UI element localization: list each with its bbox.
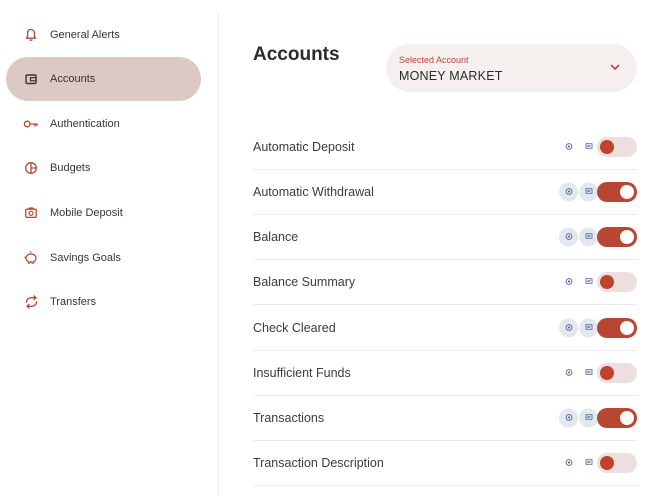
message-icon[interactable]: [579, 137, 598, 156]
sidebar: General Alerts Accounts Authentication B…: [0, 0, 218, 496]
sidebar-item-authentication[interactable]: Authentication: [6, 102, 201, 146]
toggle-knob: [600, 365, 614, 380]
sidebar-item-transfers[interactable]: Transfers: [6, 280, 201, 324]
alert-row: Check Cleared: [253, 305, 637, 351]
email-icon[interactable]: [559, 408, 578, 427]
transfer-arrows-icon: [23, 294, 39, 310]
page-title: Accounts: [253, 44, 340, 65]
sidebar-item-label: Authentication: [50, 118, 120, 130]
alert-toggle[interactable]: [597, 271, 637, 292]
alert-row: Transaction Description: [253, 440, 637, 486]
alert-row-label: Transaction Description: [253, 455, 384, 470]
alert-row-label: Balance: [253, 229, 299, 244]
account-select[interactable]: Selected Account MONEY MARKET: [387, 44, 636, 90]
email-icon[interactable]: [559, 272, 578, 291]
alert-row: Insufficient Funds: [253, 350, 637, 396]
bell-icon: [23, 27, 39, 43]
sidebar-item-label: General Alerts: [50, 29, 120, 41]
alert-toggle[interactable]: [597, 181, 637, 202]
key-icon: [23, 116, 39, 132]
toggle-knob: [600, 455, 614, 470]
sidebar-item-label: Mobile Deposit: [50, 207, 123, 219]
camera-icon: [23, 205, 39, 221]
toggle-knob: [600, 139, 614, 154]
alert-row-label: Balance Summary: [253, 274, 356, 289]
email-icon[interactable]: [559, 318, 578, 337]
alert-toggle[interactable]: [597, 362, 637, 383]
alert-toggle[interactable]: [597, 317, 637, 338]
alert-toggle[interactable]: [597, 136, 637, 157]
alert-row-label: Check Cleared: [253, 320, 336, 335]
alert-row-label: Automatic Deposit: [253, 139, 355, 154]
message-icon[interactable]: [579, 182, 598, 201]
message-icon[interactable]: [579, 408, 598, 427]
alert-row: Balance: [253, 214, 637, 260]
message-icon[interactable]: [579, 363, 598, 382]
toggle-knob: [620, 410, 634, 425]
toggle-knob: [600, 274, 614, 289]
alert-row-label: Transactions: [253, 410, 325, 425]
sidebar-item-label: Transfers: [50, 296, 97, 308]
sidebar-item-label: Budgets: [50, 162, 91, 174]
wallet-icon: [23, 71, 39, 87]
email-icon[interactable]: [559, 137, 578, 156]
alert-row: Automatic Withdrawal: [253, 169, 637, 215]
email-icon[interactable]: [559, 453, 578, 472]
chevron-down-icon: [608, 60, 622, 74]
sidebar-item-label: Accounts: [50, 73, 96, 85]
alert-row: Balance Summary: [253, 259, 637, 305]
account-select-value: MONEY MARKET: [399, 69, 503, 83]
alert-toggle[interactable]: [597, 226, 637, 247]
email-icon[interactable]: [559, 363, 578, 382]
alert-row-label: Insufficient Funds: [253, 365, 351, 380]
alert-toggle[interactable]: [597, 452, 637, 473]
sidebar-item-mobile-deposit[interactable]: Mobile Deposit: [6, 191, 201, 235]
message-icon[interactable]: [579, 318, 598, 337]
message-icon[interactable]: [579, 227, 598, 246]
toggle-knob: [620, 184, 634, 199]
toggle-knob: [620, 320, 634, 335]
toggle-knob: [620, 229, 634, 244]
message-icon[interactable]: [579, 453, 598, 472]
sidebar-item-accounts[interactable]: Accounts: [6, 57, 201, 101]
sidebar-item-label: Savings Goals: [50, 252, 121, 264]
sidebar-item-budgets[interactable]: Budgets: [6, 146, 201, 190]
sidebar-item-general-alerts[interactable]: General Alerts: [6, 13, 201, 57]
account-select-label: Selected Account: [399, 55, 469, 65]
alert-row: Automatic Deposit: [253, 124, 637, 170]
pie-chart-icon: [23, 160, 39, 176]
email-icon[interactable]: [559, 182, 578, 201]
sidebar-item-savings-goals[interactable]: Savings Goals: [6, 236, 201, 280]
alert-row-label: Automatic Withdrawal: [253, 184, 374, 199]
email-icon[interactable]: [559, 227, 578, 246]
alert-toggle[interactable]: [597, 407, 637, 428]
main-panel: Accounts Selected Account MONEY MARKET A…: [219, 0, 658, 496]
alert-row: Transactions: [253, 395, 637, 441]
message-icon[interactable]: [579, 272, 598, 291]
piggy-bank-icon: [23, 250, 39, 266]
